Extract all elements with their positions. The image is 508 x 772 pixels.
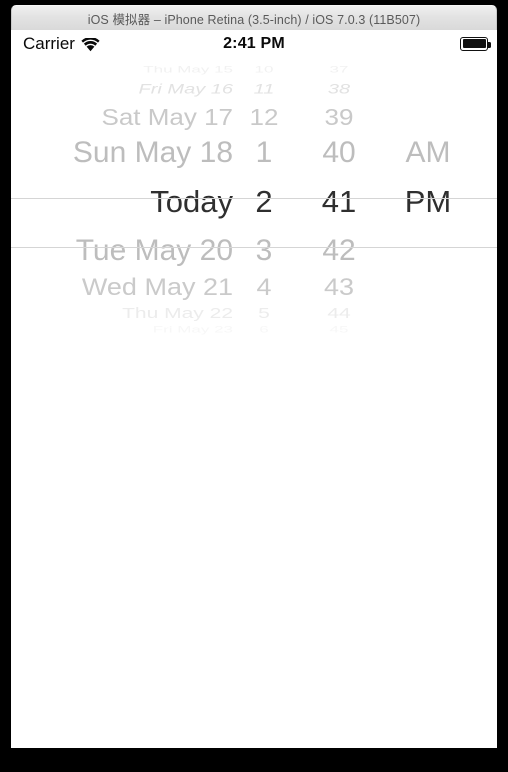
- status-bar-right: [460, 36, 491, 51]
- picker-hour-column[interactable]: 6: [233, 325, 295, 335]
- picker-row[interactable]: Sun May 18 1 40 AM: [11, 136, 497, 170]
- date-time-picker[interactable]: Thu May 15 10 37 Fri May 16 11 38 Sat Ma…: [11, 44, 497, 344]
- picker-minute-column[interactable]: 42: [295, 234, 383, 268]
- picker-row[interactable]: Fri May 23 6 45: [11, 325, 497, 335]
- picker-ampm-column[interactable]: AM: [383, 136, 473, 170]
- picker-row[interactable]: Thu May 15 10 37: [11, 65, 497, 75]
- status-bar: Carrier 2:41 PM: [11, 30, 497, 57]
- picker-row[interactable]: Wed May 21 4 43: [11, 274, 497, 302]
- simulator-window: iOS 模拟器 – iPhone Retina (3.5-inch) / iOS…: [0, 0, 508, 772]
- picker-row-selected[interactable]: Today 2 41 PM: [11, 184, 497, 220]
- window-title-bar[interactable]: iOS 模拟器 – iPhone Retina (3.5-inch) / iOS…: [11, 5, 497, 30]
- picker-date-column[interactable]: Fri May 16: [11, 81, 233, 97]
- picker-hour-column[interactable]: 5: [233, 306, 295, 323]
- picker-hour-column[interactable]: 12: [233, 104, 295, 131]
- picker-row[interactable]: Thu May 22 5 44: [11, 306, 497, 323]
- picker-date-column[interactable]: Fri May 23: [11, 325, 233, 335]
- picker-row[interactable]: Tue May 20 3 42: [11, 234, 497, 268]
- picker-minute-column[interactable]: 37: [295, 65, 383, 75]
- picker-hour-column[interactable]: 3: [233, 234, 295, 268]
- picker-minute-column[interactable]: 40: [295, 136, 383, 170]
- battery-full-icon: [460, 36, 491, 51]
- picker-date-column[interactable]: Thu May 22: [11, 306, 233, 323]
- picker-date-column[interactable]: Sun May 18: [11, 136, 233, 170]
- picker-minute-column[interactable]: 45: [295, 325, 383, 335]
- picker-minute-column[interactable]: 38: [295, 81, 383, 97]
- battery-fill: [462, 39, 486, 48]
- picker-date-column[interactable]: Thu May 15: [11, 65, 233, 75]
- picker-date-column[interactable]: Today: [11, 184, 233, 220]
- picker-hour-column[interactable]: 10: [233, 65, 295, 75]
- picker-date-column[interactable]: Wed May 21: [11, 274, 233, 302]
- picker-row[interactable]: Fri May 16 11 38: [11, 81, 497, 97]
- picker-minute-column[interactable]: 41: [295, 184, 383, 220]
- battery-nub: [488, 41, 491, 48]
- picker-hour-column[interactable]: 2: [233, 184, 295, 220]
- status-bar-clock: 2:41 PM: [223, 34, 285, 52]
- window-title: iOS 模拟器 – iPhone Retina (3.5-inch) / iOS…: [87, 12, 421, 27]
- picker-hour-column[interactable]: 4: [233, 274, 295, 302]
- picker-date-column[interactable]: Sat May 17: [11, 104, 233, 131]
- picker-ampm-column[interactable]: PM: [383, 184, 473, 220]
- picker-minute-column[interactable]: 39: [295, 104, 383, 131]
- picker-minute-column[interactable]: 43: [295, 274, 383, 302]
- picker-hour-column[interactable]: 1: [233, 136, 295, 170]
- picker-minute-column[interactable]: 44: [295, 306, 383, 323]
- picker-hour-column[interactable]: 11: [233, 81, 295, 97]
- picker-row[interactable]: Sat May 17 12 39: [11, 104, 497, 131]
- picker-date-column[interactable]: Tue May 20: [11, 234, 233, 268]
- device-screen: Carrier 2:41 PM Thu May 15 10 37 Fri May…: [11, 30, 497, 748]
